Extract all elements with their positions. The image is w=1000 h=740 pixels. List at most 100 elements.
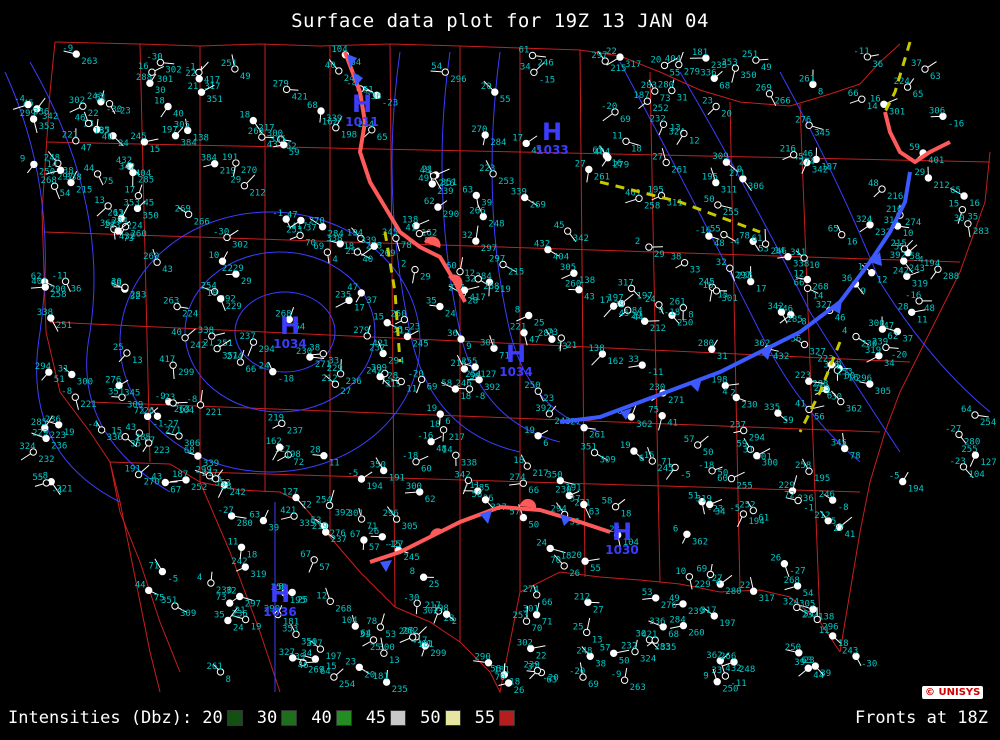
station-plot: 2 29 [401,260,431,284]
svg-text:245: 245 [404,553,420,563]
svg-text:212: 212 [321,374,337,384]
intensity-bin-value: 55 [474,708,496,728]
svg-text:-30: -30 [146,53,162,63]
high-letter: H [542,118,562,146]
station-plot: 8 25 [410,567,440,590]
svg-text:237: 237 [287,426,303,436]
svg-text:73: 73 [547,328,558,338]
svg-text:-23: -23 [950,457,966,467]
svg-text:4: 4 [722,388,727,398]
svg-text:317: 317 [618,278,634,288]
station-plot: 25149 [221,54,251,82]
svg-text:18: 18 [631,144,642,154]
svg-text:31: 31 [717,352,728,362]
svg-text:19: 19 [251,623,262,633]
svg-text:36: 36 [872,60,883,70]
svg-text:251: 251 [221,59,237,69]
svg-text:254: 254 [980,418,996,428]
svg-text:237: 237 [369,344,385,354]
high-pressure-value: 1034 [499,365,532,379]
svg-text:216: 216 [780,145,796,155]
station-plot: 25149 [742,50,772,73]
station-plot: 254392 [316,489,351,518]
svg-text:33: 33 [690,266,701,276]
svg-text:242: 242 [231,557,247,567]
svg-text:11: 11 [329,459,340,469]
svg-text:197: 197 [719,619,735,629]
svg-text:-8: -8 [61,387,72,397]
svg-text:63: 63 [930,72,941,82]
svg-text:31: 31 [743,446,754,456]
svg-text:250: 250 [677,318,693,328]
mexico-interior [199,481,281,693]
svg-text:59: 59 [289,148,300,158]
svg-text:317: 317 [759,594,775,604]
svg-text:191: 191 [389,474,405,484]
station-plot: 30222 [517,639,547,662]
svg-text:250: 250 [524,381,540,391]
svg-text:421: 421 [280,506,296,516]
svg-text:9: 9 [20,154,25,164]
svg-text:28: 28 [898,302,909,312]
svg-text:246: 246 [456,379,472,389]
station-plot: 296305 [856,374,891,397]
station-plot: 34578 [831,432,861,462]
svg-text:336: 336 [649,617,665,627]
svg-text:338: 338 [326,234,342,244]
svg-text:17: 17 [124,186,135,196]
svg-text:301: 301 [157,75,173,85]
svg-text:338: 338 [198,326,214,336]
svg-text:-23: -23 [159,393,175,403]
warm-front-pip [520,498,537,508]
svg-text:268: 268 [41,176,57,186]
svg-text:239: 239 [524,661,540,671]
station-plot: -1648 [417,432,447,455]
station-plot: 23 20 [702,97,732,120]
svg-text:-4: -4 [88,420,99,430]
svg-text:215: 215 [891,239,907,249]
svg-text:252: 252 [191,483,207,493]
svg-text:38: 38 [595,659,606,669]
svg-text:248: 248 [739,665,755,675]
svg-text:230: 230 [861,340,877,350]
svg-text:13: 13 [94,196,105,206]
svg-text:26: 26 [569,569,580,579]
svg-text:64: 64 [961,405,972,415]
svg-text:41: 41 [795,399,806,409]
svg-text:72: 72 [301,501,312,511]
svg-text:269: 269 [530,201,546,211]
station-plot: -2069 [601,102,631,125]
svg-text:10: 10 [903,229,914,239]
svg-text:302: 302 [165,66,181,76]
svg-text:11: 11 [612,131,623,141]
svg-text:212: 212 [933,181,949,191]
svg-text:271: 271 [729,169,745,179]
svg-text:229: 229 [228,264,244,274]
station-plot: 296305 [383,506,418,532]
svg-text:14: 14 [813,291,824,301]
svg-text:255: 255 [723,208,739,218]
svg-text:53: 53 [642,588,653,598]
svg-text:305: 305 [875,387,891,397]
intensity-bin-value: 20 [202,708,223,728]
svg-text:294: 294 [388,357,404,367]
svg-text:50: 50 [528,521,539,531]
svg-text:253: 253 [498,177,514,187]
svg-text:242: 242 [366,367,382,377]
svg-text:37: 37 [366,296,377,306]
svg-text:69: 69 [620,115,631,125]
svg-text:301: 301 [722,294,738,304]
svg-text:13: 13 [132,356,143,366]
station-plot: 21227 [814,510,844,534]
svg-text:342: 342 [768,302,784,312]
svg-text:280: 280 [658,81,674,91]
svg-text:404: 404 [553,253,569,263]
svg-text:20: 20 [571,551,582,561]
svg-text:24: 24 [259,362,270,372]
svg-text:294: 294 [35,362,51,372]
svg-text:338: 338 [37,308,53,318]
svg-text:19: 19 [426,404,437,414]
svg-text:69: 69 [588,680,599,690]
svg-text:242: 242 [893,266,909,276]
svg-text:242: 242 [230,488,246,498]
